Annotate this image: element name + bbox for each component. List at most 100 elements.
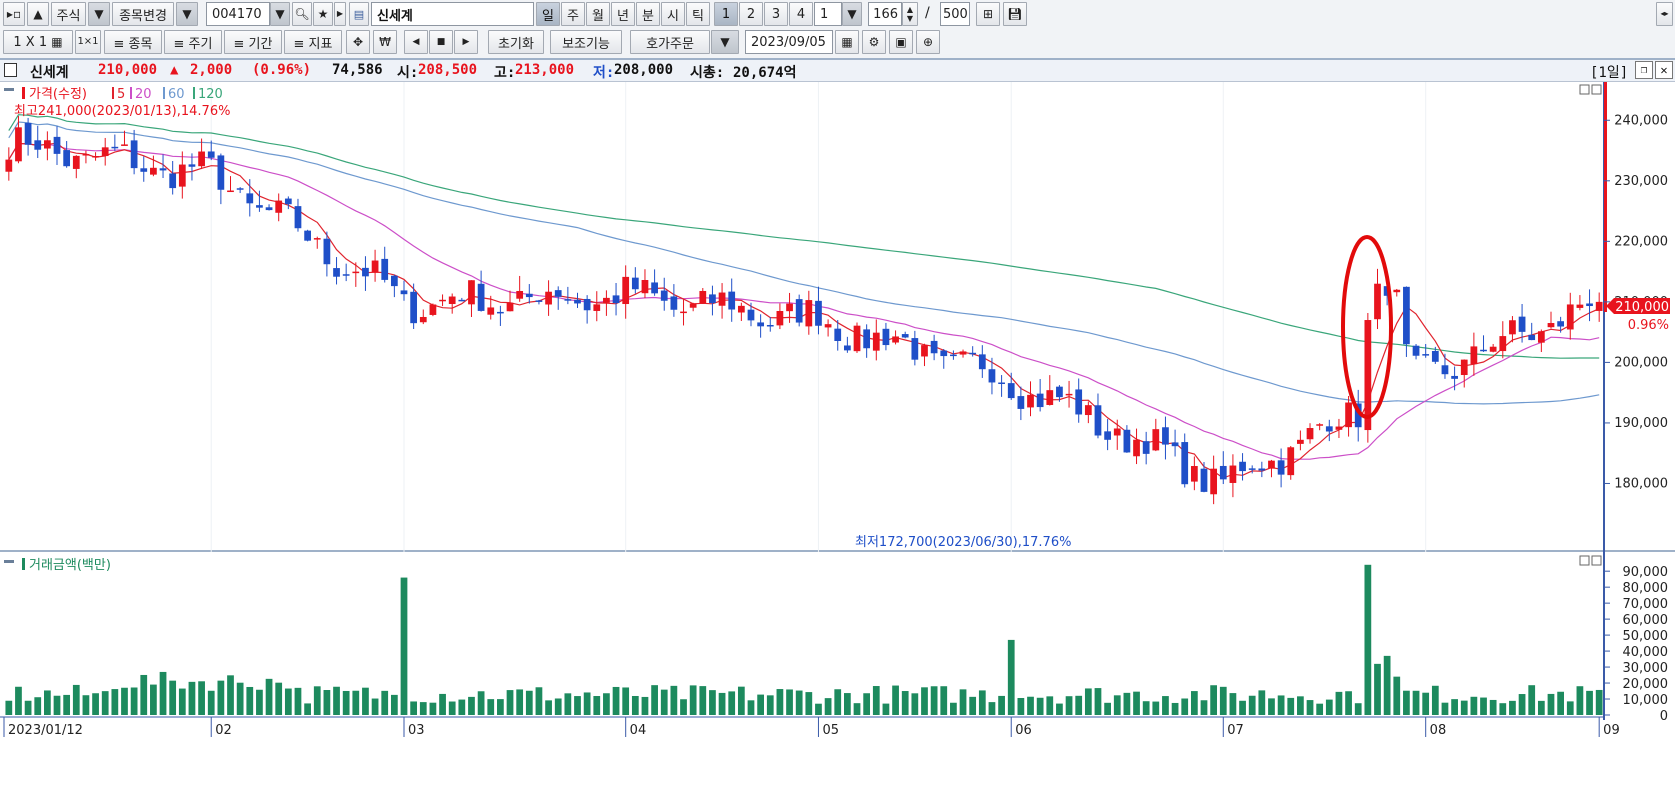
panel-toggle-button[interactable]: ▸▫ [3, 2, 25, 26]
candle-body [497, 311, 504, 314]
candle-body [1046, 390, 1054, 405]
market-type-dropdown[interactable]: ▼ [88, 2, 110, 26]
candle-body [689, 303, 697, 308]
volume-bar [304, 703, 311, 715]
news-button[interactable]: ▤ [349, 2, 369, 26]
volume-bar [834, 689, 842, 715]
order-dropdown[interactable]: ▼ [711, 30, 739, 54]
period-week-tab[interactable]: 주 [561, 2, 585, 26]
volume-bar [1133, 691, 1140, 715]
stock-code-input[interactable]: 004170 [206, 2, 270, 26]
side-panel-toggle[interactable]: ◂▸ [1656, 2, 1673, 26]
candle-body [1084, 405, 1092, 416]
volume-bar [1181, 698, 1189, 715]
period-tick-tab[interactable]: 틱 [686, 2, 710, 26]
volume-bar [1287, 697, 1295, 715]
add-window-button[interactable]: ⊞ [976, 2, 1000, 26]
price-chart-pane[interactable]: 240,000 230,000 220,000 210,000 200,000 190,0… [0, 82, 1675, 552]
interval-dropdown[interactable]: ▼ [842, 2, 862, 26]
pane-maximize-button[interactable] [1579, 555, 1590, 566]
search-button[interactable]: 🔍︎ [292, 2, 312, 26]
multiplier-4-button[interactable]: 4 [789, 2, 813, 26]
x-tick-label: 02 [215, 723, 232, 738]
volume-bar [1393, 676, 1401, 715]
pane-close-button[interactable] [1591, 84, 1602, 95]
reset-button[interactable]: 초기화 [488, 30, 544, 54]
select-checkbox[interactable] [4, 63, 17, 77]
close-button[interactable]: ✕ [1655, 61, 1673, 79]
market-type-button[interactable]: 주식 [51, 2, 86, 26]
volume-bar [1277, 695, 1285, 715]
volume-bar [101, 691, 109, 715]
layout-button[interactable]: 1 X 1 ▦ [3, 30, 73, 54]
save-button[interactable]: 💾︎ [1003, 2, 1027, 26]
volume-bar [1383, 655, 1391, 715]
pane-handle-icon[interactable] [4, 88, 14, 91]
zoom-button[interactable]: ⊕ [916, 30, 940, 54]
candle-body [198, 151, 205, 167]
candle-body [660, 290, 668, 301]
candle-body [1345, 402, 1352, 428]
volume-chart[interactable]: 90,00080,00070,00060,00050,00040,00030,0… [0, 552, 1675, 790]
date-input[interactable]: 2023/09/05 [745, 30, 833, 54]
currency-button[interactable]: ₩ [373, 30, 397, 54]
move-tool-button[interactable]: ✥ [346, 30, 370, 54]
count-max-input[interactable]: 500 [940, 2, 970, 26]
period-hour-tab[interactable]: 시 [661, 2, 685, 26]
settings-button[interactable]: ⚙ [862, 30, 886, 54]
volume-bar [921, 687, 928, 715]
volume-chart-pane[interactable]: 90,000 80,000 70,000 60,000 50,000 40,000 30,0… [0, 552, 1675, 790]
period-minute-tab[interactable]: 분 [636, 2, 660, 26]
calendar-button[interactable]: ▦ [835, 30, 859, 54]
period-day-tab[interactable]: 일 [536, 2, 560, 26]
high-annotation: 최고241,000(2023/01/13),14.76% [14, 104, 230, 119]
count-separator: / [925, 5, 930, 21]
volume-bar [824, 698, 832, 715]
maximize-button[interactable]: ❐ [1635, 61, 1653, 79]
menu-indicator-button[interactable]: ≡ 지표 [284, 30, 342, 54]
stop-button[interactable]: ■ [429, 30, 453, 54]
multiplier-2-button[interactable]: 2 [739, 2, 763, 26]
ma60-path [8, 121, 1600, 405]
volume-bar [622, 687, 630, 715]
menu-range-button[interactable]: ≡ 기간 [224, 30, 282, 54]
interval-input[interactable]: 1 [814, 2, 842, 26]
collapse-up-button[interactable]: ▲ [27, 2, 49, 26]
favorite-button[interactable]: ★ [313, 2, 333, 26]
scroll-left-button[interactable]: ◀ [404, 30, 428, 54]
volume-bar [988, 702, 996, 715]
price-chart[interactable]: 240,000 230,000 220,000 210,000 200,000 190,0… [0, 82, 1675, 552]
menu-period-button[interactable]: ≡ 주기 [164, 30, 222, 54]
count-spinner[interactable]: ▲ ▼ [902, 2, 918, 26]
volume-bar [468, 696, 475, 715]
aux-function-button[interactable]: 보조기능 [550, 30, 622, 54]
calculator-button[interactable]: ▣ [889, 30, 913, 54]
change-stock-dropdown[interactable]: ▼ [176, 2, 198, 26]
order-button[interactable]: 호가주문 [630, 30, 710, 54]
period-year-tab[interactable]: 년 [611, 2, 635, 26]
candle-body [1325, 426, 1333, 432]
volume-bar [709, 690, 716, 715]
candle-body [381, 258, 389, 280]
single-layout-button[interactable]: 1×1 [75, 30, 101, 54]
scroll-right-button[interactable]: ▶ [454, 30, 478, 54]
stock-code-dropdown[interactable]: ▼ [270, 2, 290, 26]
next-arrow-button[interactable]: ▶ [334, 2, 346, 26]
multiplier-3-button[interactable]: 3 [764, 2, 788, 26]
dropdown-arrow-icon: ▼ [94, 7, 104, 21]
legend-ma5-swatch [112, 87, 114, 99]
pane-close-button[interactable] [1591, 555, 1602, 566]
volume-bar [1499, 703, 1507, 715]
period-month-tab[interactable]: 월 [586, 2, 610, 26]
count-input[interactable]: 166 [868, 2, 902, 26]
multiplier-1-button[interactable]: 1 [714, 2, 738, 26]
change-stock-button[interactable]: 종목변경 [112, 2, 174, 26]
pane-handle-icon[interactable] [4, 560, 14, 563]
volume-bar [439, 693, 446, 715]
pane-maximize-button[interactable] [1579, 84, 1590, 95]
add-window-icon: ⊞ [982, 7, 994, 21]
candle-body [63, 150, 71, 167]
candle-body [776, 310, 784, 326]
menu-stock-button[interactable]: ≡ 종목 [104, 30, 162, 54]
current-pct-label: 0.96% [1628, 318, 1669, 333]
